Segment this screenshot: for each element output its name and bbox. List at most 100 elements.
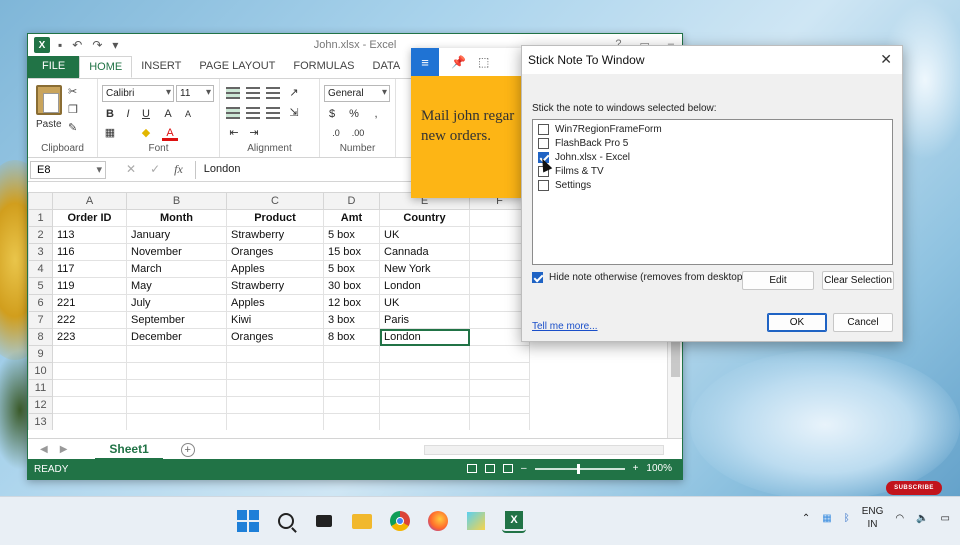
cell[interactable] <box>469 413 530 430</box>
cell[interactable] <box>379 413 470 430</box>
cell[interactable]: Kiwi <box>226 311 324 329</box>
cell[interactable] <box>126 362 227 380</box>
column-header[interactable]: D <box>323 192 380 210</box>
list-item[interactable]: John.xlsx - Excel <box>533 150 892 164</box>
add-sheet-icon[interactable]: + <box>180 442 195 457</box>
cell[interactable]: Apples <box>226 294 324 312</box>
row-header[interactable]: 2 <box>28 226 53 244</box>
window-checkbox[interactable] <box>538 179 549 191</box>
cell[interactable]: UK <box>379 294 470 312</box>
cell[interactable]: 30 box <box>323 277 380 295</box>
cell[interactable] <box>323 379 380 397</box>
zoom-in-icon[interactable]: + <box>633 463 639 474</box>
copy-icon[interactable]: ❐ <box>68 103 78 116</box>
row-header[interactable]: 10 <box>28 362 53 380</box>
fill-color-icon[interactable]: ◆ <box>138 125 154 141</box>
cell[interactable] <box>323 345 380 363</box>
bluetooth-icon[interactable]: ᛒ <box>844 513 850 524</box>
zoom-level[interactable]: 100% <box>646 463 672 474</box>
orientation-icon[interactable]: ↗ <box>286 85 302 101</box>
wrap-text-icon[interactable]: ⇲ <box>286 105 302 121</box>
comma-icon[interactable]: , <box>368 106 384 122</box>
align-bottom-icon[interactable] <box>266 87 280 99</box>
cell[interactable]: May <box>126 277 227 295</box>
cell[interactable] <box>323 362 380 380</box>
insert-function-icon[interactable]: fx <box>174 162 183 177</box>
ok-button[interactable]: OK <box>767 313 827 332</box>
sticky-note[interactable]: ≡ 📌 ⬚ Mail john regar new orders. <box>411 48 523 198</box>
page-layout-view-icon[interactable] <box>485 464 496 473</box>
font-shrink-icon[interactable]: A <box>180 106 196 122</box>
row-header[interactable]: 1 <box>28 209 53 227</box>
tab-formulas[interactable]: FORMULAS <box>284 56 363 78</box>
cell[interactable]: New York <box>379 260 470 278</box>
chrome-icon[interactable] <box>388 509 412 533</box>
increase-decimal-icon[interactable]: .0 <box>328 125 344 141</box>
clear-selection-button[interactable]: Clear Selection <box>822 271 894 290</box>
paste-icon[interactable] <box>36 85 62 115</box>
cell[interactable]: 116 <box>52 243 127 261</box>
cell[interactable]: London <box>379 328 470 346</box>
cell[interactable]: Order ID <box>52 209 127 227</box>
show-hidden-icons-icon[interactable]: ⌃ <box>802 513 810 524</box>
volume-icon[interactable]: 🔈 <box>916 513 928 524</box>
cell[interactable] <box>379 396 470 414</box>
cell[interactable] <box>323 396 380 414</box>
cell[interactable] <box>126 396 227 414</box>
tab-insert[interactable]: INSERT <box>132 56 190 78</box>
cell[interactable]: 3 box <box>323 311 380 329</box>
cell[interactable]: 113 <box>52 226 127 244</box>
window-checkbox[interactable] <box>538 123 549 135</box>
tab-home[interactable]: HOME <box>79 56 133 78</box>
font-grow-icon[interactable]: A <box>160 106 176 122</box>
firefox-icon[interactable] <box>426 509 450 533</box>
format-painter-icon[interactable]: ✎ <box>68 121 77 134</box>
prev-sheet-icon[interactable]: ◀ <box>40 444 48 455</box>
row-header[interactable]: 9 <box>28 345 53 363</box>
list-item[interactable]: Settings <box>533 178 892 192</box>
align-center-icon[interactable] <box>246 107 260 119</box>
cell[interactable] <box>226 345 324 363</box>
align-top-icon[interactable] <box>226 87 240 99</box>
horizontal-scrollbar[interactable] <box>424 445 664 455</box>
cell[interactable] <box>52 413 127 430</box>
sticky-notes-app-icon[interactable] <box>464 509 488 533</box>
hide-note-option[interactable]: Hide note otherwise (removes from deskto… <box>532 272 746 283</box>
italic-button[interactable]: I <box>120 106 136 122</box>
cell[interactable] <box>469 362 530 380</box>
cell[interactable] <box>226 362 324 380</box>
underline-button[interactable]: U <box>138 106 154 122</box>
normal-view-icon[interactable] <box>467 464 478 473</box>
cell[interactable]: 12 box <box>323 294 380 312</box>
sheet-tab[interactable]: Sheet1 <box>95 439 163 460</box>
cell[interactable]: Product <box>226 209 324 227</box>
list-item[interactable]: Win7RegionFrameForm <box>533 122 892 136</box>
next-sheet-icon[interactable]: ▶ <box>60 444 68 455</box>
cell[interactable] <box>52 362 127 380</box>
cell[interactable]: 221 <box>52 294 127 312</box>
cell[interactable]: Strawberry <box>226 226 324 244</box>
align-right-icon[interactable] <box>266 107 280 119</box>
language-indicator[interactable]: ENG IN <box>862 505 884 531</box>
enter-entry-icon[interactable]: ✓ <box>150 162 160 177</box>
cell[interactable]: Amt <box>323 209 380 227</box>
wifi-icon[interactable]: ◠ <box>895 513 904 524</box>
align-left-icon[interactable] <box>226 107 240 119</box>
tab-file[interactable]: FILE <box>28 56 80 78</box>
cell[interactable] <box>379 345 470 363</box>
note-menu-icon[interactable]: ≡ <box>411 48 439 76</box>
cell[interactable]: September <box>126 311 227 329</box>
cell[interactable]: March <box>126 260 227 278</box>
close-icon[interactable]: ✕ <box>880 51 892 68</box>
cell[interactable] <box>226 396 324 414</box>
number-format-select[interactable]: General <box>324 85 390 102</box>
edit-button[interactable]: Edit <box>742 271 814 290</box>
cell[interactable]: 5 box <box>323 226 380 244</box>
start-icon[interactable] <box>236 509 260 533</box>
cell[interactable]: Paris <box>379 311 470 329</box>
cell[interactable] <box>379 379 470 397</box>
name-box[interactable]: E8 <box>30 160 106 179</box>
align-middle-icon[interactable] <box>246 87 260 99</box>
cell[interactable] <box>126 413 227 430</box>
search-icon[interactable] <box>274 509 298 533</box>
